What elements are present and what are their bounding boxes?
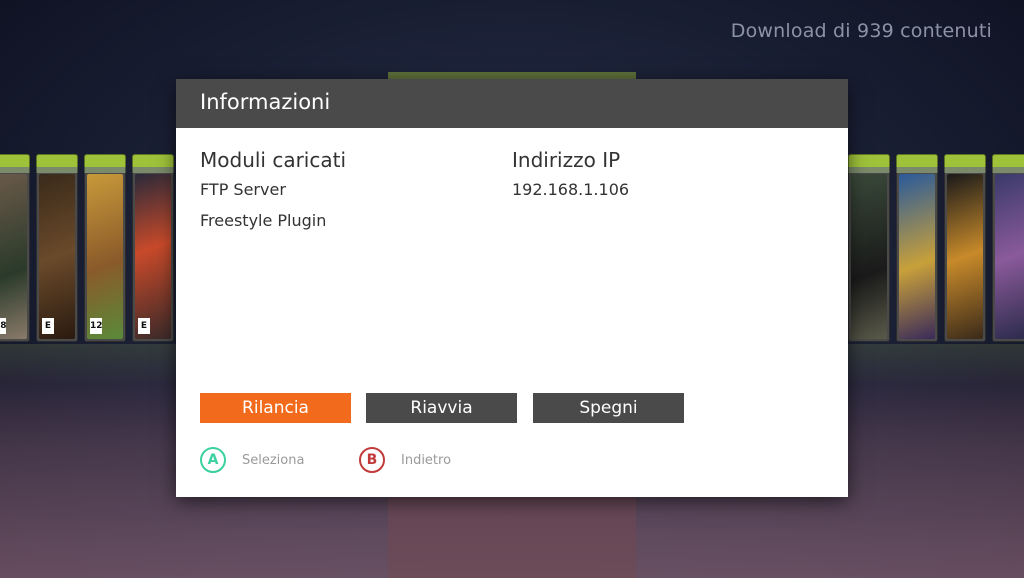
- loaded-module-item: Freestyle Plugin: [200, 211, 327, 230]
- game-cover: [896, 154, 938, 342]
- back-hint-label: Indietro: [401, 452, 452, 468]
- b-button-icon: B: [359, 447, 385, 473]
- a-button-icon: A: [200, 447, 226, 473]
- download-status-text: Download di 939 contenuti: [730, 20, 992, 42]
- relaunch-button[interactable]: Rilancia: [200, 393, 351, 423]
- dashboard-background: 18 E 12 E Download di 939 contenuti Info…: [0, 0, 1024, 578]
- game-cover: 18: [0, 154, 30, 342]
- ip-address-value: 192.168.1.106: [512, 180, 630, 199]
- game-covers-right: [848, 154, 1024, 342]
- game-cover: [848, 154, 890, 342]
- information-dialog: Informazioni Moduli caricati FTP Server …: [176, 79, 848, 497]
- dialog-title-bar: Informazioni: [176, 79, 848, 128]
- dialog-title: Informazioni: [200, 90, 331, 114]
- select-hint: A Seleziona: [200, 447, 304, 473]
- loaded-modules-heading: Moduli caricati: [200, 148, 347, 172]
- cover-reflection-right: [848, 344, 1024, 384]
- game-covers-left: 18 E 12 E: [0, 154, 174, 342]
- ip-address-heading: Indirizzo IP: [512, 148, 621, 172]
- game-cover: [944, 154, 986, 342]
- game-cover: E: [132, 154, 174, 342]
- shutdown-button[interactable]: Spegni: [533, 393, 684, 423]
- loaded-module-item: FTP Server: [200, 180, 286, 199]
- game-cover: E: [36, 154, 78, 342]
- back-hint: B Indietro: [359, 447, 451, 473]
- select-hint-label: Seleziona: [242, 452, 305, 468]
- game-cover: 12: [84, 154, 126, 342]
- game-cover: [992, 154, 1024, 342]
- restart-button[interactable]: Riavvia: [366, 393, 517, 423]
- cover-reflection-left: [0, 344, 186, 384]
